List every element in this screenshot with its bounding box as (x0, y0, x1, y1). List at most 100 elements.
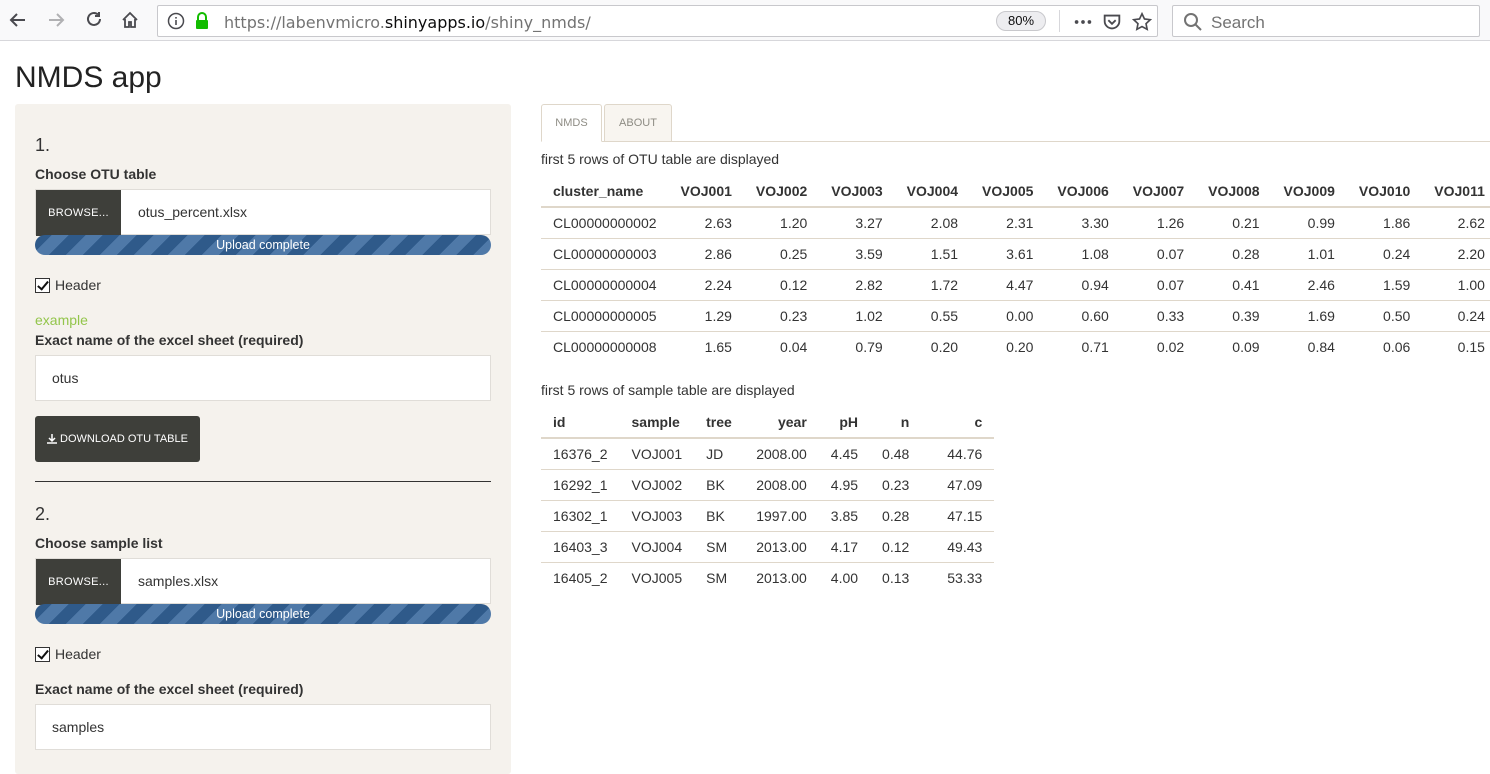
table-cell: 1.51 (894, 237, 971, 269)
lock-icon[interactable] (193, 11, 211, 31)
tab-nmds[interactable]: NMDS (541, 104, 602, 142)
table-cell: 0.12 (743, 268, 820, 300)
table-cell: 3.85 (818, 499, 871, 531)
table-cell: 16405_2 (541, 561, 620, 593)
column-header: cluster_name (541, 176, 669, 208)
otu-browse-button[interactable]: BROWSE... (36, 190, 121, 236)
download-icon (47, 434, 58, 444)
sample-header-label: Header (55, 646, 101, 662)
table-cell: VOJ003 (619, 499, 695, 531)
download-otu-button[interactable]: DOWNLOAD OTU TABLE (35, 416, 200, 462)
otu-file-name: otus_percent.xlsx (138, 204, 247, 220)
tab-about[interactable]: ABOUT (604, 104, 672, 142)
table-cell: 49.43 (921, 530, 995, 562)
step-1-number: 1. (35, 135, 51, 155)
sidebar-panel: 1. Choose OTU table BROWSE... otus_perce… (15, 104, 511, 774)
url-bar[interactable]: https://labenvmicro.shinyapps.io/shiny_n… (157, 5, 1158, 37)
column-header: VOJ010 (1346, 176, 1423, 208)
table-cell: 2.20 (1422, 237, 1490, 269)
table-row: CL00000000008 1.65 0.04 0.79 0.20 0.20 0.71 0.0… (541, 330, 1490, 362)
search-bar[interactable]: Search (1172, 5, 1480, 37)
reload-icon[interactable] (80, 6, 108, 34)
sample-browse-button[interactable]: BROWSE... (36, 559, 121, 605)
table-cell: 4.45 (818, 437, 871, 469)
column-header: VOJ005 (970, 176, 1046, 208)
otu-header-checkbox-row[interactable]: Header (35, 277, 101, 293)
table-cell: CL00000000002 (541, 206, 669, 238)
table-cell: 0.09 (1196, 330, 1272, 362)
otu-table-caption: first 5 rows of OTU table are displayed (541, 151, 780, 167)
table-cell: 1.29 (668, 299, 744, 331)
table-cell: 4.47 (970, 268, 1046, 300)
table-cell: SM (694, 530, 744, 562)
table-cell: 0.07 (1120, 268, 1197, 300)
pocket-icon[interactable] (1100, 10, 1124, 34)
url-text[interactable]: https://labenvmicro.shinyapps.io/shiny_n… (224, 13, 591, 32)
table-cell: 1.20 (743, 206, 820, 238)
otu-header-checkbox[interactable] (35, 277, 50, 293)
app-title: NMDS app (15, 61, 162, 94)
table-cell: 0.28 (870, 499, 922, 531)
table-cell: 0.33 (1120, 299, 1197, 331)
table-cell: 2008.00 (743, 468, 819, 500)
table-cell: 44.76 (921, 437, 995, 469)
column-header: sample (619, 407, 695, 439)
table-cell: 2013.00 (743, 530, 819, 562)
column-header: c (921, 407, 995, 439)
otu-file-input[interactable]: BROWSE... otus_percent.xlsx (35, 189, 491, 236)
zoom-badge[interactable]: 80% (996, 11, 1046, 31)
column-header: year (743, 407, 819, 439)
back-icon[interactable] (4, 6, 32, 34)
info-icon[interactable] (167, 12, 185, 30)
table-cell: 0.24 (1346, 237, 1423, 269)
table-cell: 4.95 (818, 468, 871, 500)
search-placeholder: Search (1211, 13, 1265, 32)
table-cell: 0.50 (1346, 299, 1423, 331)
table-cell: 3.59 (819, 237, 895, 269)
table-cell: 0.79 (819, 330, 895, 362)
sample-header-checkbox-row[interactable]: Header (35, 646, 101, 662)
table-cell: 0.15 (1422, 330, 1490, 362)
table-cell: 0.41 (1196, 268, 1272, 300)
example-link[interactable]: example (35, 312, 88, 328)
table-cell: 0.13 (870, 561, 922, 593)
sample-sheet-input[interactable]: samples (35, 704, 491, 750)
table-cell: 3.27 (819, 206, 895, 238)
table-cell: 2013.00 (743, 561, 819, 593)
table-cell: VOJ002 (619, 468, 695, 500)
forward-icon[interactable] (42, 6, 70, 34)
more-icon[interactable] (1071, 10, 1095, 34)
table-cell: 0.04 (743, 330, 820, 362)
otu-sheet-label: Exact name of the excel sheet (required) (35, 332, 304, 348)
table-row: CL00000000004 2.24 0.12 2.82 1.72 4.47 0.94 0.0… (541, 268, 1490, 300)
table-cell: 1.72 (894, 268, 971, 300)
sample-table-caption: first 5 rows of sample table are display… (541, 382, 795, 398)
table-cell: 53.33 (921, 561, 995, 593)
table-cell: CL00000000008 (541, 330, 669, 362)
column-header: VOJ002 (743, 176, 820, 208)
table-cell: CL00000000003 (541, 237, 669, 269)
otu-table: cluster_name VOJ001 VOJ002 VOJ003 VOJ004 VOJ0… (541, 176, 1490, 362)
sample-header-checkbox[interactable] (35, 646, 50, 662)
table-cell: 0.55 (894, 299, 971, 331)
sample-file-input[interactable]: BROWSE... samples.xlsx (35, 558, 491, 605)
column-header: n (870, 407, 922, 439)
column-header: VOJ009 (1271, 176, 1347, 208)
download-otu-label: DOWNLOAD OTU TABLE (60, 433, 188, 445)
table-cell: JD (694, 437, 744, 469)
sample-upload-progress: Upload complete (35, 604, 491, 624)
table-cell: 2.24 (668, 268, 744, 300)
table-cell: 2.31 (970, 206, 1046, 238)
table-cell: 1.69 (1271, 299, 1347, 331)
star-icon[interactable] (1130, 10, 1154, 34)
table-cell: 0.20 (894, 330, 971, 362)
table-cell: 1.08 (1045, 237, 1121, 269)
home-icon[interactable] (116, 6, 144, 34)
table-cell: 1.86 (1346, 206, 1423, 238)
otu-sheet-input[interactable]: otus (35, 355, 491, 401)
table-row: CL00000000005 1.29 0.23 1.02 0.55 0.00 0.60 0.3… (541, 299, 1490, 331)
table-cell: 0.24 (1422, 299, 1490, 331)
table-cell: 1.59 (1346, 268, 1423, 300)
url-scheme: https://labenvmicro. (224, 13, 385, 32)
url-host: shinyapps.io (384, 13, 486, 32)
